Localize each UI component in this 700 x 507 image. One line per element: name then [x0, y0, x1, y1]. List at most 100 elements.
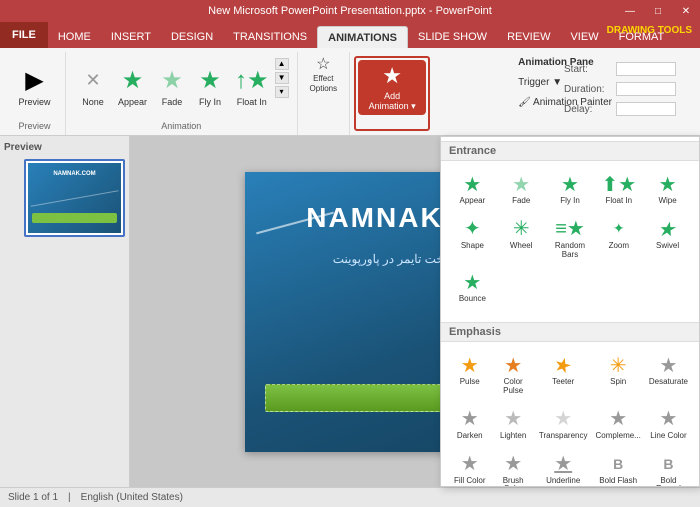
fade-btn[interactable]: ★ Fade [153, 61, 191, 111]
add-animation-button[interactable]: ★ AddAnimation ▾ [358, 60, 426, 115]
tab-file[interactable]: FILE [0, 22, 48, 48]
boldflash-label: Bold Flash [599, 477, 637, 486]
anim-desaturate[interactable]: ★ Desaturate [646, 348, 691, 400]
underline-label: Underline [546, 477, 580, 486]
anim-fade[interactable]: ★ Fade [498, 167, 545, 210]
tab-design[interactable]: DESIGN [161, 26, 223, 48]
appear-btn[interactable]: ★ Appear [112, 61, 153, 111]
slide-info: Slide 1 of 1 [8, 492, 58, 503]
boldreveal-label: Bold Reveal [649, 477, 688, 487]
swivel-anim-label: Swivel [656, 242, 679, 251]
main-content: Preview 1 NAMNAK.COM NAMNAK.COM آموزش سا… [0, 136, 700, 487]
preview-icon: ▶ [25, 65, 43, 97]
anim-color-pulse[interactable]: ★ Color Pulse [492, 348, 533, 400]
title-bar: New Microsoft PowerPoint Presentation.pp… [0, 0, 700, 22]
anim-shape[interactable]: ✦ Shape [449, 212, 496, 264]
appear-icon: ★ [122, 65, 144, 97]
colorpulse-icon: ★ [504, 352, 522, 378]
effect-options-label: EffectOptions [310, 74, 338, 93]
bounce-anim-icon: ★ [463, 269, 481, 295]
tab-transitions[interactable]: TRANSITIONS [223, 26, 317, 48]
fillcolor-icon: ★ [461, 451, 479, 477]
preview-panel-label: Preview [4, 140, 125, 155]
anim-line-color[interactable]: ★ Line Color [646, 402, 691, 445]
anim-float-in[interactable]: ⬆★ Float In [595, 167, 642, 210]
spin-label: Spin [610, 378, 626, 387]
anim-fly-in[interactable]: ★ Fly In [547, 167, 594, 210]
status-bar: Slide 1 of 1 | English (United States) [0, 487, 700, 507]
effect-options-button[interactable]: ☆ EffectOptions [306, 52, 342, 95]
scroll-expand[interactable]: ▾ [275, 86, 289, 98]
ribbon-group-animation: ✕ None ★ Appear ★ Fade ★ Fly In ↑★ Float… [66, 52, 298, 135]
fade-label: Fade [162, 97, 183, 107]
anim-complement[interactable]: ★ Compleme... [593, 402, 644, 445]
anim-wipe[interactable]: ★ Wipe [644, 167, 691, 210]
preview-button[interactable]: ▶ Preview [12, 61, 57, 111]
add-animation-group: ★ AddAnimation ▾ [354, 56, 430, 131]
anim-spin[interactable]: ✳ Spin [593, 348, 644, 400]
anim-appear[interactable]: ★ Appear [449, 167, 496, 210]
slide-thumbnail[interactable]: NAMNAK.COM [24, 159, 125, 237]
maximize-button[interactable]: □ [644, 0, 672, 22]
anim-zoom[interactable]: ✦ Zoom [595, 212, 642, 264]
teeter-icon: ★ [551, 350, 575, 380]
anim-darken[interactable]: ★ Darken [449, 402, 490, 445]
anim-transparency[interactable]: ★ Transparency [536, 402, 591, 445]
flyin-btn[interactable]: ★ Fly In [191, 61, 229, 111]
tab-review[interactable]: REVIEW [497, 26, 560, 48]
trigger-button[interactable]: Trigger ▼ [518, 77, 562, 88]
anim-bold-reveal[interactable]: B Bold Reveal [646, 447, 691, 487]
boldreveal-icon: B [663, 451, 673, 477]
floatin-label: Float In [237, 97, 267, 107]
duration-field[interactable] [616, 82, 676, 96]
ribbon-group-timing: Animation Pane Trigger ▼ 🖌 Animation Pai… [434, 52, 696, 135]
pulse-label: Pulse [460, 378, 480, 387]
anim-bold-flash[interactable]: B Bold Flash [593, 447, 644, 487]
anim-fill-color[interactable]: ★ Fill Color [449, 447, 490, 487]
wheel-anim-icon: ✳ [513, 216, 530, 242]
flyin-label: Fly In [199, 97, 221, 107]
scroll-down[interactable]: ▼ [275, 72, 289, 84]
entrance-grid: ★ Appear ★ Fade ★ Fly In ⬆★ Float In ★ [449, 161, 691, 314]
fade-anim-icon: ★ [512, 171, 530, 197]
slide-thumbnail-inner: NAMNAK.COM [28, 163, 121, 233]
ribbon: ▶ Preview Preview ✕ None ★ Appear ★ Fade… [0, 48, 700, 136]
close-button[interactable]: ✕ [672, 0, 700, 22]
tab-animations[interactable]: ANIMATIONS [317, 26, 408, 48]
anim-pulse[interactable]: ★ Pulse [449, 348, 490, 400]
flyin-anim-icon: ★ [561, 171, 579, 197]
zoom-anim-label: Zoom [609, 242, 629, 251]
floatin-icon: ↑★ [235, 65, 269, 97]
scroll-up[interactable]: ▲ [275, 58, 289, 70]
wipe-anim-label: Wipe [658, 197, 676, 206]
delay-field[interactable] [616, 102, 676, 116]
dropdown-panel: Entrance ★ Appear ★ Fade ★ Fly In ⬆★ Flo… [440, 136, 700, 487]
anim-teeter[interactable]: ★ Teeter [536, 348, 591, 400]
transparency-label: Transparency [539, 432, 588, 441]
tab-home[interactable]: HOME [48, 26, 101, 48]
anim-lighten[interactable]: ★ Lighten [492, 402, 533, 445]
spin-icon: ✳ [610, 352, 627, 378]
tab-view[interactable]: VIEW [560, 26, 608, 48]
minimize-button[interactable]: — [616, 0, 644, 22]
lighten-label: Lighten [500, 432, 526, 441]
anim-random-bars[interactable]: ≡★ Random Bars [547, 212, 594, 264]
start-field[interactable] [616, 62, 676, 76]
floatin-btn[interactable]: ↑★ Float In [229, 61, 275, 111]
duration-label: Duration: [564, 84, 612, 95]
animation-group-label: Animation [66, 121, 297, 131]
none-btn[interactable]: ✕ None [74, 61, 112, 111]
pulse-icon: ★ [461, 352, 479, 378]
transparency-icon: ★ [554, 406, 572, 432]
anim-swivel[interactable]: ★ Swivel [644, 212, 691, 264]
appear-anim-icon: ★ [463, 171, 481, 197]
tab-insert[interactable]: INSERT [101, 26, 161, 48]
tab-slideshow[interactable]: SLIDE SHOW [408, 26, 497, 48]
anim-brush-color[interactable]: ★ Brush Color [492, 447, 533, 487]
anim-wheel[interactable]: ✳ Wheel [498, 212, 545, 264]
brushcolor-label: Brush Color [495, 477, 530, 487]
anim-underline[interactable]: ★ Underline [536, 447, 591, 487]
entrance-section: Entrance ★ Appear ★ Fade ★ Fly In ⬆★ Flo… [441, 137, 699, 318]
anim-bounce[interactable]: ★ Bounce [449, 265, 496, 308]
fade-icon: ★ [161, 65, 183, 97]
